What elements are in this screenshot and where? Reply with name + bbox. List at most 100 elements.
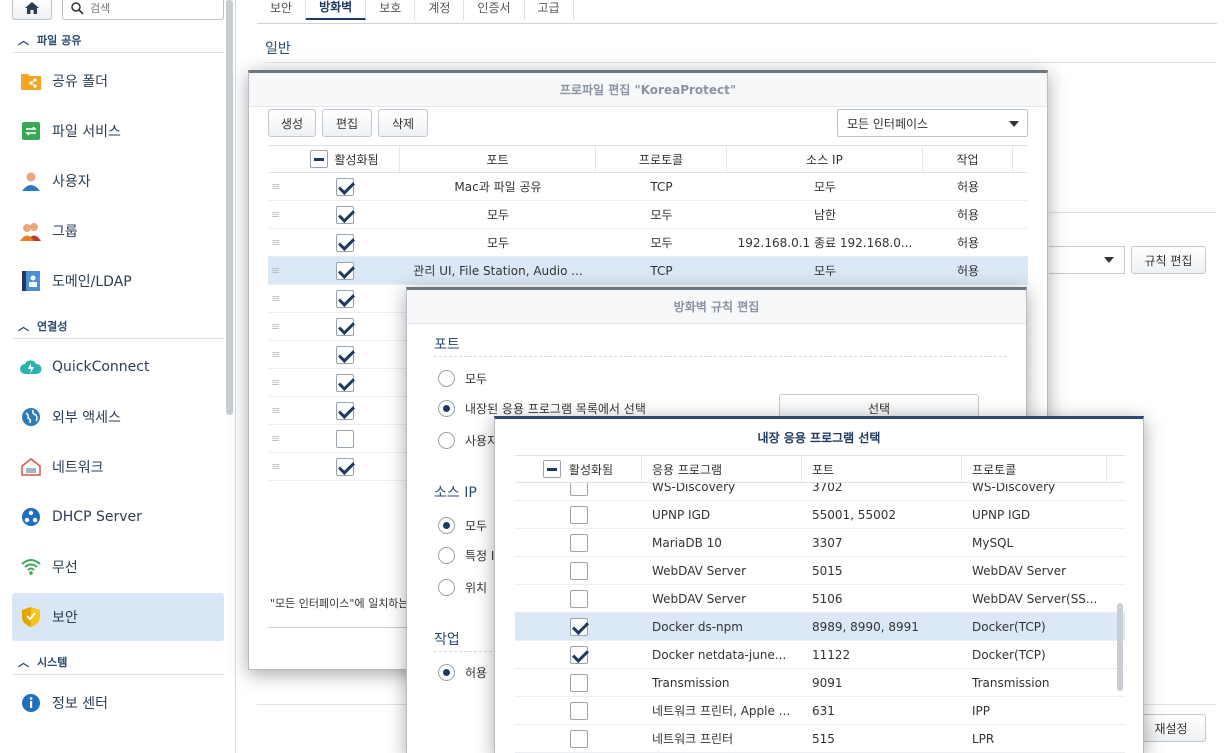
enabled-checkbox[interactable] [336, 401, 354, 420]
sidebar-item-info-center[interactable]: 정보 센터 [12, 679, 224, 727]
radio-button[interactable] [438, 579, 455, 596]
table-row[interactable]: 네트워크 프린터, Apple ... 631 IPP [515, 697, 1125, 725]
select-all-checkbox[interactable] [310, 150, 329, 168]
port-option-all[interactable]: 모두 [438, 370, 487, 387]
delete-button[interactable]: 삭제 [378, 109, 428, 137]
enabled-checkbox[interactable] [336, 373, 354, 392]
section-file-sharing[interactable]: ︿ 파일 공유 [18, 32, 81, 48]
table-row[interactable]: WebDAV Server 5015 WebDAV Server [515, 557, 1125, 585]
rule-edit-button[interactable]: 규칙 편집 [1131, 246, 1206, 274]
reset-button[interactable]: 재설정 [1136, 714, 1206, 742]
table-row[interactable]: WS-Discovery 3702 WS-Discovery [515, 483, 1125, 501]
drag-handle-icon[interactable]: ≡ [268, 453, 290, 480]
sidebar-item-file-services[interactable]: 파일 서비스 [12, 107, 224, 155]
sidebar-item-dhcp-server[interactable]: DHCP Server [12, 493, 224, 541]
table-row[interactable]: MariaDB 10 3307 MySQL [515, 529, 1125, 557]
profile-select[interactable] [1049, 246, 1125, 274]
enabled-checkbox[interactable] [336, 289, 354, 308]
source-option-location[interactable]: 위치 [438, 579, 487, 596]
source-option-specific[interactable]: 특정 I [438, 547, 494, 564]
table-row[interactable]: ≡ 관리 UI, File Station, Audio ... TCP 모두 허용 [268, 257, 1028, 285]
enabled-checkbox[interactable] [336, 205, 354, 224]
tab-firewall[interactable]: 방화벽 [306, 0, 367, 20]
enabled-checkbox[interactable] [569, 673, 588, 692]
enabled-checkbox[interactable] [336, 317, 354, 336]
radio-button[interactable] [438, 664, 455, 681]
enabled-checkbox[interactable] [569, 505, 588, 524]
drag-handle-icon[interactable]: ≡ [268, 229, 290, 256]
enabled-checkbox[interactable] [569, 483, 588, 496]
radio-button[interactable] [438, 400, 455, 417]
sidebar-item-group[interactable]: 그룹 [12, 207, 224, 255]
drag-handle-icon[interactable]: ≡ [268, 257, 290, 284]
enabled-checkbox[interactable] [336, 345, 354, 364]
sidebar-item-wireless[interactable]: 무선 [12, 543, 224, 591]
tab-security[interactable]: 보안 [257, 0, 307, 20]
enabled-checkbox[interactable] [336, 233, 354, 252]
port-option-builtin[interactable]: 내장된 응용 프로그램 목록에서 선택 [438, 400, 646, 417]
table-row[interactable]: WebDAV Server 5106 WebDAV Server(SS... [515, 585, 1125, 613]
enabled-checkbox[interactable] [336, 177, 354, 196]
drag-handle-icon[interactable]: ≡ [268, 369, 290, 396]
col-enabled[interactable]: 활성화됨 [515, 456, 642, 482]
action-option-allow[interactable]: 허용 [438, 664, 487, 681]
col-source-ip[interactable]: 소스 IP [727, 146, 923, 172]
radio-button[interactable] [438, 517, 455, 534]
sidebar-item-network[interactable]: 네트워크 [12, 443, 224, 491]
table-row[interactable]: UPNP IGD 55001, 55002 UPNP IGD [515, 501, 1125, 529]
col-protocol[interactable]: 프로토콜 [962, 456, 1107, 482]
enabled-checkbox[interactable] [336, 261, 354, 280]
drag-handle-icon[interactable]: ≡ [268, 201, 290, 228]
tab-certificate[interactable]: 인증서 [464, 0, 525, 20]
enabled-checkbox[interactable] [569, 589, 588, 608]
drag-handle-icon[interactable]: ≡ [268, 425, 290, 452]
table-row[interactable]: Docker netdata-june... 11122 Docker(TCP) [515, 641, 1125, 669]
create-button[interactable]: 생성 [268, 109, 316, 137]
sidebar-item-shared-folder[interactable]: 공유 폴더 [12, 57, 224, 105]
sidebar-item-domain-ldap[interactable]: 도메인/LDAP [12, 257, 224, 305]
radio-button[interactable] [438, 370, 455, 387]
col-port[interactable]: 포트 [400, 146, 596, 172]
tab-account[interactable]: 계정 [415, 0, 465, 20]
sidebar-item-external-access[interactable]: 외부 액세스 [12, 393, 224, 441]
sidebar-scrollbar[interactable] [226, 0, 233, 415]
edit-button[interactable]: 편집 [322, 109, 372, 137]
col-enabled[interactable]: 활성화됨 [290, 146, 400, 172]
enabled-checkbox[interactable] [569, 533, 588, 552]
section-connectivity[interactable]: ︿ 연결성 [18, 318, 67, 334]
enabled-checkbox[interactable] [336, 457, 354, 476]
tab-protection[interactable]: 보호 [366, 0, 416, 20]
enabled-checkbox[interactable] [569, 561, 588, 580]
sidebar-item-user[interactable]: 사용자 [12, 157, 224, 205]
table-row[interactable]: ≡ 모두 모두 남한 허용 [268, 201, 1028, 229]
radio-button[interactable] [438, 432, 455, 449]
table-row[interactable]: Docker ds-npm 8989, 8990, 8991 Docker(TCP) [515, 613, 1125, 641]
drag-handle-icon[interactable]: ≡ [268, 313, 290, 340]
source-option-all[interactable]: 모두 [438, 517, 487, 534]
search-input[interactable] [90, 1, 200, 15]
col-action[interactable]: 작업 [923, 146, 1013, 172]
table-scrollbar[interactable] [1117, 603, 1123, 691]
drag-handle-icon[interactable]: ≡ [268, 341, 290, 368]
table-row[interactable]: 네트워크 프린터 515 LPR [515, 725, 1125, 753]
table-row[interactable]: ≡ Mac과 파일 공유 TCP 모두 허용 [268, 173, 1028, 201]
enabled-checkbox[interactable] [569, 701, 588, 720]
search-box[interactable] [62, 0, 224, 20]
col-application[interactable]: 응용 프로그램 [642, 456, 802, 482]
drag-handle-icon[interactable]: ≡ [268, 285, 290, 312]
section-system[interactable]: ︿ 시스템 [18, 654, 67, 670]
drag-handle-icon[interactable]: ≡ [268, 173, 290, 200]
home-button[interactable] [12, 0, 52, 20]
drag-handle-icon[interactable]: ≡ [268, 397, 290, 424]
enabled-checkbox[interactable] [569, 645, 588, 664]
col-port[interactable]: 포트 [802, 456, 962, 482]
table-row[interactable]: ≡ 모두 모두 192.168.0.1 종료 192.168.0... 허용 [268, 229, 1028, 257]
enabled-checkbox[interactable] [569, 729, 588, 748]
radio-button[interactable] [438, 547, 455, 564]
interface-select[interactable]: 모든 인터페이스 [837, 109, 1028, 137]
enabled-checkbox[interactable] [569, 617, 588, 636]
port-option-custom[interactable]: 사용자 [438, 432, 498, 449]
enabled-checkbox[interactable] [336, 429, 354, 448]
table-row[interactable]: Transmission 9091 Transmission [515, 669, 1125, 697]
sidebar-item-security[interactable]: 보안 [12, 593, 224, 641]
